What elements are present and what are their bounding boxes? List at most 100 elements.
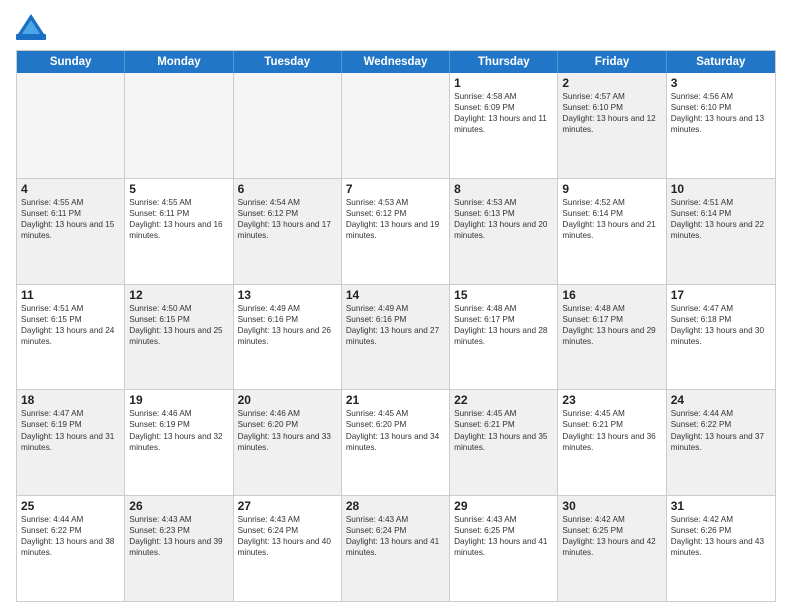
cell-info: Sunrise: 4:55 AM Sunset: 6:11 PM Dayligh… [129,197,228,241]
calendar-row-3: 11Sunrise: 4:51 AM Sunset: 6:15 PM Dayli… [17,284,775,390]
cell-info: Sunrise: 4:57 AM Sunset: 6:10 PM Dayligh… [562,91,661,135]
day-number: 7 [346,182,445,196]
calendar-cell-11: 11Sunrise: 4:51 AM Sunset: 6:15 PM Dayli… [17,285,125,390]
cell-info: Sunrise: 4:51 AM Sunset: 6:15 PM Dayligh… [21,303,120,347]
calendar-cell-empty-0-3 [342,73,450,178]
calendar-cell-25: 25Sunrise: 4:44 AM Sunset: 6:22 PM Dayli… [17,496,125,601]
calendar-row-1: 1Sunrise: 4:58 AM Sunset: 6:09 PM Daylig… [17,73,775,178]
day-number: 2 [562,76,661,90]
day-number: 29 [454,499,553,513]
calendar-cell-4: 4Sunrise: 4:55 AM Sunset: 6:11 PM Daylig… [17,179,125,284]
day-number: 11 [21,288,120,302]
calendar-cell-13: 13Sunrise: 4:49 AM Sunset: 6:16 PM Dayli… [234,285,342,390]
cell-info: Sunrise: 4:43 AM Sunset: 6:25 PM Dayligh… [454,514,553,558]
day-number: 9 [562,182,661,196]
cell-info: Sunrise: 4:58 AM Sunset: 6:09 PM Dayligh… [454,91,553,135]
day-number: 12 [129,288,228,302]
cell-info: Sunrise: 4:56 AM Sunset: 6:10 PM Dayligh… [671,91,771,135]
day-number: 30 [562,499,661,513]
logo [16,12,50,42]
calendar-cell-28: 28Sunrise: 4:43 AM Sunset: 6:24 PM Dayli… [342,496,450,601]
day-number: 10 [671,182,771,196]
header-day-thursday: Thursday [450,51,558,73]
calendar-cell-9: 9Sunrise: 4:52 AM Sunset: 6:14 PM Daylig… [558,179,666,284]
cell-info: Sunrise: 4:42 AM Sunset: 6:25 PM Dayligh… [562,514,661,558]
cell-info: Sunrise: 4:52 AM Sunset: 6:14 PM Dayligh… [562,197,661,241]
cell-info: Sunrise: 4:53 AM Sunset: 6:13 PM Dayligh… [454,197,553,241]
calendar-cell-6: 6Sunrise: 4:54 AM Sunset: 6:12 PM Daylig… [234,179,342,284]
calendar-cell-29: 29Sunrise: 4:43 AM Sunset: 6:25 PM Dayli… [450,496,558,601]
cell-info: Sunrise: 4:51 AM Sunset: 6:14 PM Dayligh… [671,197,771,241]
calendar-cell-17: 17Sunrise: 4:47 AM Sunset: 6:18 PM Dayli… [667,285,775,390]
calendar-cell-31: 31Sunrise: 4:42 AM Sunset: 6:26 PM Dayli… [667,496,775,601]
day-number: 5 [129,182,228,196]
day-number: 6 [238,182,337,196]
cell-info: Sunrise: 4:43 AM Sunset: 6:23 PM Dayligh… [129,514,228,558]
day-number: 22 [454,393,553,407]
header-day-wednesday: Wednesday [342,51,450,73]
logo-icon [16,12,46,42]
calendar-cell-8: 8Sunrise: 4:53 AM Sunset: 6:13 PM Daylig… [450,179,558,284]
cell-info: Sunrise: 4:47 AM Sunset: 6:19 PM Dayligh… [21,408,120,452]
calendar-cell-12: 12Sunrise: 4:50 AM Sunset: 6:15 PM Dayli… [125,285,233,390]
calendar-cell-1: 1Sunrise: 4:58 AM Sunset: 6:09 PM Daylig… [450,73,558,178]
day-number: 16 [562,288,661,302]
calendar-cell-empty-0-0 [17,73,125,178]
cell-info: Sunrise: 4:55 AM Sunset: 6:11 PM Dayligh… [21,197,120,241]
calendar-cell-16: 16Sunrise: 4:48 AM Sunset: 6:17 PM Dayli… [558,285,666,390]
calendar-header: SundayMondayTuesdayWednesdayThursdayFrid… [17,51,775,73]
calendar-cell-30: 30Sunrise: 4:42 AM Sunset: 6:25 PM Dayli… [558,496,666,601]
page: SundayMondayTuesdayWednesdayThursdayFrid… [0,0,792,612]
calendar-cell-23: 23Sunrise: 4:45 AM Sunset: 6:21 PM Dayli… [558,390,666,495]
cell-info: Sunrise: 4:49 AM Sunset: 6:16 PM Dayligh… [238,303,337,347]
day-number: 8 [454,182,553,196]
day-number: 14 [346,288,445,302]
day-number: 4 [21,182,120,196]
cell-info: Sunrise: 4:42 AM Sunset: 6:26 PM Dayligh… [671,514,771,558]
calendar-cell-3: 3Sunrise: 4:56 AM Sunset: 6:10 PM Daylig… [667,73,775,178]
day-number: 15 [454,288,553,302]
cell-info: Sunrise: 4:48 AM Sunset: 6:17 PM Dayligh… [562,303,661,347]
cell-info: Sunrise: 4:47 AM Sunset: 6:18 PM Dayligh… [671,303,771,347]
calendar-cell-10: 10Sunrise: 4:51 AM Sunset: 6:14 PM Dayli… [667,179,775,284]
cell-info: Sunrise: 4:43 AM Sunset: 6:24 PM Dayligh… [346,514,445,558]
calendar-cell-18: 18Sunrise: 4:47 AM Sunset: 6:19 PM Dayli… [17,390,125,495]
calendar-cell-24: 24Sunrise: 4:44 AM Sunset: 6:22 PM Dayli… [667,390,775,495]
day-number: 19 [129,393,228,407]
calendar-cell-27: 27Sunrise: 4:43 AM Sunset: 6:24 PM Dayli… [234,496,342,601]
cell-info: Sunrise: 4:44 AM Sunset: 6:22 PM Dayligh… [21,514,120,558]
cell-info: Sunrise: 4:54 AM Sunset: 6:12 PM Dayligh… [238,197,337,241]
calendar-cell-15: 15Sunrise: 4:48 AM Sunset: 6:17 PM Dayli… [450,285,558,390]
calendar-cell-22: 22Sunrise: 4:45 AM Sunset: 6:21 PM Dayli… [450,390,558,495]
day-number: 17 [671,288,771,302]
calendar-cell-20: 20Sunrise: 4:46 AM Sunset: 6:20 PM Dayli… [234,390,342,495]
day-number: 31 [671,499,771,513]
day-number: 20 [238,393,337,407]
day-number: 3 [671,76,771,90]
day-number: 24 [671,393,771,407]
calendar-cell-21: 21Sunrise: 4:45 AM Sunset: 6:20 PM Dayli… [342,390,450,495]
cell-info: Sunrise: 4:50 AM Sunset: 6:15 PM Dayligh… [129,303,228,347]
cell-info: Sunrise: 4:45 AM Sunset: 6:21 PM Dayligh… [562,408,661,452]
cell-info: Sunrise: 4:53 AM Sunset: 6:12 PM Dayligh… [346,197,445,241]
day-number: 13 [238,288,337,302]
day-number: 25 [21,499,120,513]
cell-info: Sunrise: 4:45 AM Sunset: 6:21 PM Dayligh… [454,408,553,452]
calendar-cell-empty-0-2 [234,73,342,178]
cell-info: Sunrise: 4:46 AM Sunset: 6:20 PM Dayligh… [238,408,337,452]
calendar-body: 1Sunrise: 4:58 AM Sunset: 6:09 PM Daylig… [17,73,775,601]
header-day-tuesday: Tuesday [234,51,342,73]
calendar-cell-26: 26Sunrise: 4:43 AM Sunset: 6:23 PM Dayli… [125,496,233,601]
calendar-cell-19: 19Sunrise: 4:46 AM Sunset: 6:19 PM Dayli… [125,390,233,495]
cell-info: Sunrise: 4:43 AM Sunset: 6:24 PM Dayligh… [238,514,337,558]
header-day-saturday: Saturday [667,51,775,73]
cell-info: Sunrise: 4:44 AM Sunset: 6:22 PM Dayligh… [671,408,771,452]
calendar-row-2: 4Sunrise: 4:55 AM Sunset: 6:11 PM Daylig… [17,178,775,284]
calendar-cell-empty-0-1 [125,73,233,178]
day-number: 18 [21,393,120,407]
calendar-cell-2: 2Sunrise: 4:57 AM Sunset: 6:10 PM Daylig… [558,73,666,178]
header [16,12,776,42]
day-number: 1 [454,76,553,90]
day-number: 28 [346,499,445,513]
day-number: 23 [562,393,661,407]
